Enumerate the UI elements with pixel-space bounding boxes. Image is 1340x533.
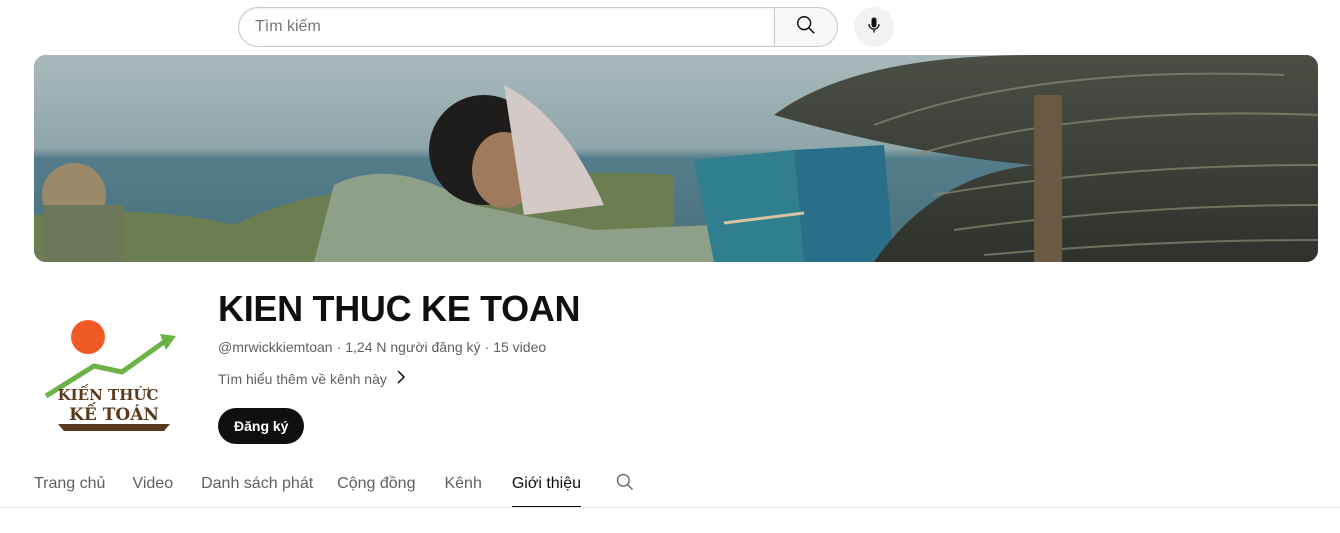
microphone-icon (864, 15, 884, 40)
search-icon (795, 14, 817, 41)
channel-title: KIEN THUC KE TOAN (218, 288, 581, 329)
search-box[interactable] (238, 7, 774, 47)
channel-avatar[interactable]: KIẾN THỨC KẾ TOÁN (34, 290, 194, 450)
tab-playlists[interactable]: Danh sách phát (201, 460, 313, 508)
channel-handle: @mrwickkiemtoan (218, 339, 333, 355)
channel-banner (34, 55, 1318, 262)
channel-tabs: Trang chủ Video Danh sách phát Cộng đồng… (34, 460, 635, 508)
video-count: 15 video (493, 339, 547, 355)
voice-search-button[interactable] (854, 7, 894, 47)
channel-meta: @mrwickkiemtoan · 1,24 N người đăng ký · 15 … (218, 339, 546, 355)
search-bar (238, 7, 838, 47)
channel-search-button[interactable] (615, 460, 635, 508)
subscriber-count: 1,24 N người đăng ký (345, 339, 481, 355)
subscribe-button[interactable]: Đăng ký (218, 408, 305, 444)
logo-text-line1: KIẾN THỨC (58, 384, 159, 404)
tab-home[interactable]: Trang chủ (34, 460, 105, 508)
search-icon (615, 472, 635, 497)
tab-channels[interactable]: Kênh (444, 460, 481, 508)
about-link-label: Tìm hiểu thêm về kênh này (218, 370, 387, 387)
tab-about[interactable]: Giới thiệu (511, 460, 582, 508)
tabs-divider (0, 507, 1340, 508)
channel-about-link[interactable]: Tìm hiểu thêm về kênh này (218, 370, 407, 387)
search-button[interactable] (774, 7, 838, 47)
meta-separator: · (484, 339, 490, 355)
tab-videos[interactable]: Video (132, 460, 173, 508)
channel-banner-image (34, 55, 1318, 262)
logo-text-line2: KẾ TOÁN (69, 402, 159, 425)
meta-separator: · (336, 339, 342, 355)
tab-community[interactable]: Cộng đồng (337, 460, 415, 508)
search-input[interactable] (255, 18, 758, 36)
channel-logo: KIẾN THỨC KẾ TOÁN (44, 320, 176, 431)
chevron-right-icon (395, 370, 407, 387)
